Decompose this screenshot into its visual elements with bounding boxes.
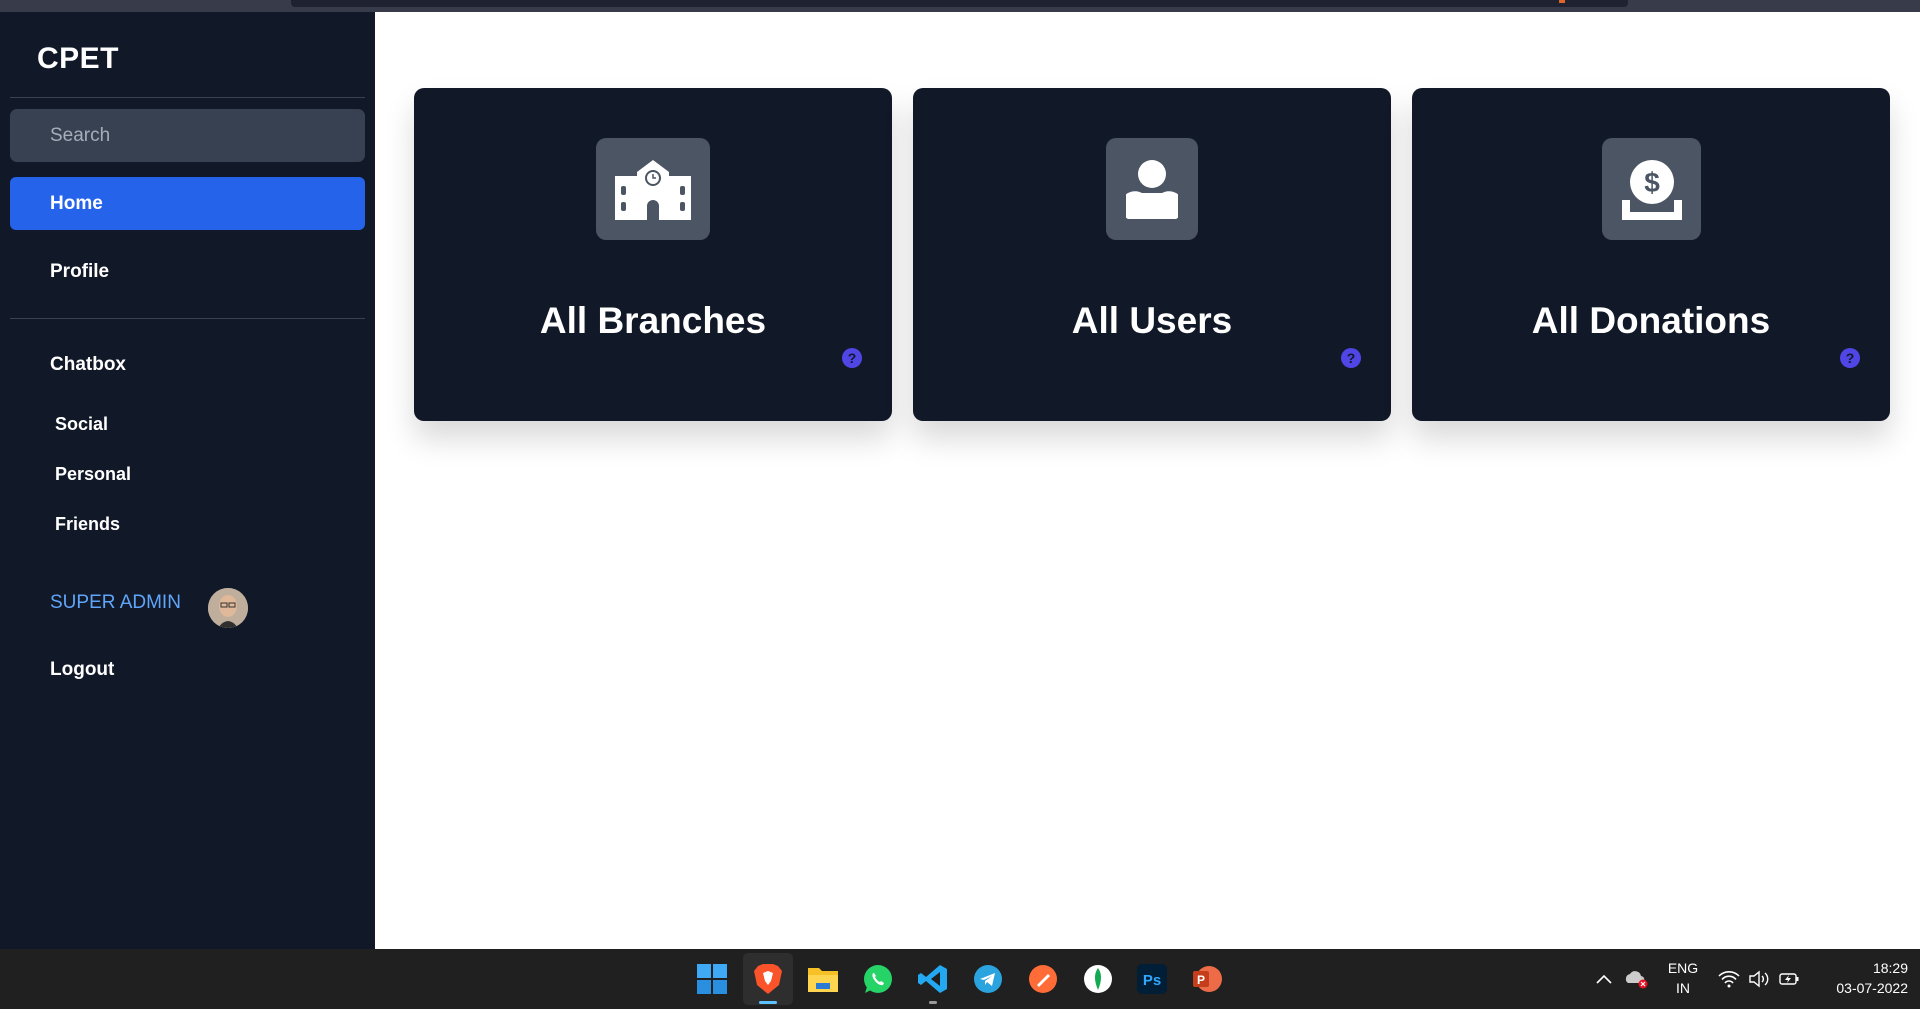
powerpoint-label: P	[1197, 973, 1205, 987]
hand-holding-dollar-icon: $	[1602, 138, 1701, 240]
card-title: All Users	[1071, 300, 1233, 341]
mongodb-compass-icon[interactable]	[1080, 961, 1116, 997]
divider	[10, 318, 365, 319]
nav-personal[interactable]: Personal	[55, 464, 131, 485]
school-building-icon	[596, 138, 710, 240]
powerpoint-icon[interactable]: P	[1189, 961, 1225, 997]
windows-start-icon[interactable]	[694, 961, 730, 997]
battery-icon[interactable]	[1776, 961, 1802, 997]
vscode-icon[interactable]	[915, 961, 951, 997]
browser-top-strip	[0, 0, 1920, 12]
postman-icon[interactable]	[1025, 961, 1061, 997]
running-indicator	[929, 1001, 937, 1004]
browser-indicator	[1559, 0, 1565, 3]
nav-chatbox[interactable]: Chatbox	[10, 338, 365, 391]
help-icon[interactable]: ?	[842, 348, 862, 368]
card-all-donations[interactable]: $ All Donations ?	[1412, 88, 1890, 421]
nav-home[interactable]: Home	[10, 177, 365, 230]
onedrive-error-icon[interactable]	[1622, 961, 1650, 997]
user-icon	[1106, 138, 1198, 240]
photoshop-icon[interactable]: Ps	[1134, 961, 1170, 997]
avatar[interactable]	[208, 588, 248, 628]
active-indicator	[759, 1001, 777, 1004]
language-top[interactable]: ENG	[1660, 960, 1706, 976]
sidebar: CPET Search Home Profile Chatbox Social …	[0, 12, 375, 949]
nav-social[interactable]: Social	[55, 414, 108, 435]
brand-title: CPET	[37, 42, 120, 75]
svg-text:$: $	[1644, 167, 1660, 198]
volume-icon[interactable]	[1746, 961, 1772, 997]
nav-profile[interactable]: Profile	[10, 245, 365, 298]
wifi-icon[interactable]	[1716, 961, 1742, 997]
card-all-branches[interactable]: All Branches ?	[414, 88, 892, 421]
clock-time[interactable]: 18:29	[1812, 960, 1908, 976]
card-all-users[interactable]: All Users ?	[913, 88, 1391, 421]
nav-friends[interactable]: Friends	[55, 514, 120, 535]
search-input[interactable]: Search	[10, 109, 365, 162]
help-icon[interactable]: ?	[1840, 348, 1860, 368]
card-title: All Donations	[1531, 300, 1771, 341]
language-bottom[interactable]: IN	[1660, 980, 1706, 996]
file-explorer-icon[interactable]	[805, 961, 841, 997]
card-title: All Branches	[539, 300, 767, 341]
admin-name[interactable]: SUPER ADMIN	[50, 592, 181, 614]
brave-browser-icon[interactable]	[750, 961, 786, 997]
help-icon[interactable]: ?	[1341, 348, 1361, 368]
whatsapp-icon[interactable]	[860, 961, 896, 997]
divider	[10, 97, 365, 98]
clock-date[interactable]: 03-07-2022	[1812, 980, 1908, 996]
logout-link[interactable]: Logout	[50, 659, 114, 681]
telegram-icon[interactable]	[970, 961, 1006, 997]
taskbar: Ps P ENG IN 18:29 03-07-2022	[0, 949, 1920, 1009]
photoshop-label: Ps	[1143, 972, 1161, 989]
chevron-up-icon[interactable]	[1592, 961, 1616, 997]
browser-tab-bar	[291, 0, 1628, 7]
